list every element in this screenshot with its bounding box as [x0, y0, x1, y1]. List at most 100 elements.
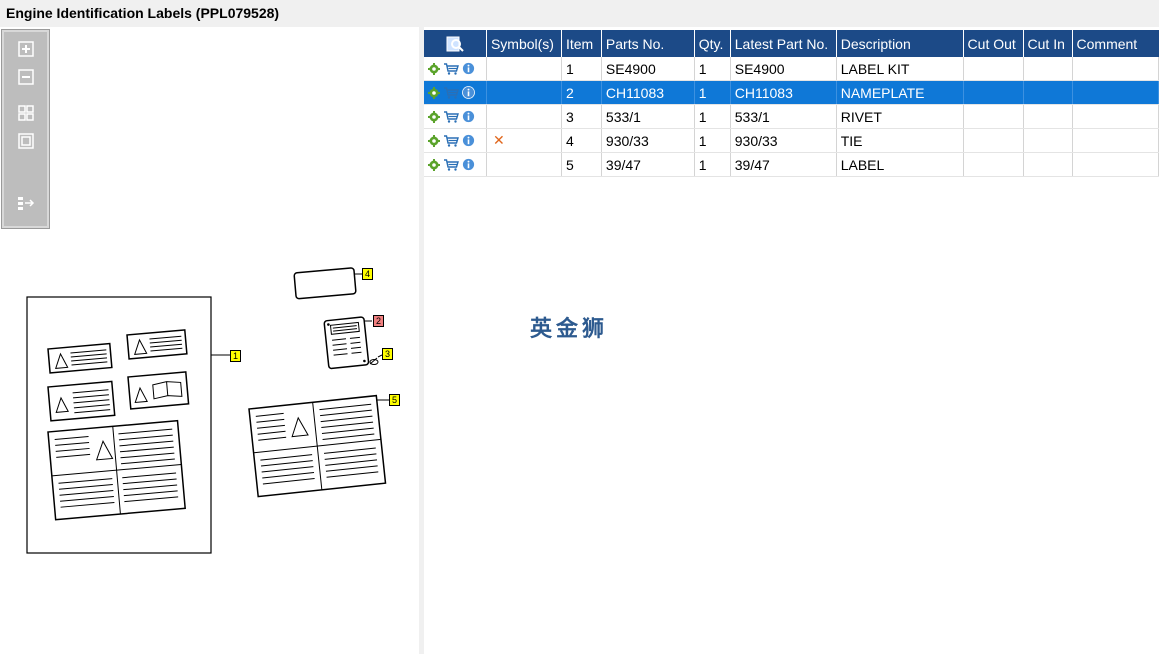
label-part: [248, 394, 387, 498]
parts-list-pane: Symbol(s) Item Parts No. Qty. Latest Par…: [424, 27, 1159, 654]
cut-out-cell: [963, 57, 1024, 81]
gear-icon[interactable]: [428, 158, 440, 171]
symbols-cell: [486, 80, 562, 105]
warning-label: [126, 329, 188, 360]
row-actions: [424, 104, 487, 129]
nameplate-part: [323, 316, 370, 370]
watermark: 英金狮: [530, 316, 609, 341]
info-icon[interactable]: [462, 86, 475, 99]
item-cell: 4: [561, 128, 602, 153]
parts-diagram: [26, 267, 390, 554]
item-cell: 3: [561, 104, 602, 129]
warning-label: [47, 342, 113, 374]
item-cell: 2: [561, 80, 602, 105]
cut-out-cell: [963, 80, 1024, 105]
cart-icon[interactable]: [443, 158, 459, 171]
gear-icon[interactable]: [428, 62, 440, 75]
table-row[interactable]: 5 39/47 1 39/47 LABEL: [424, 152, 1159, 177]
column-header-actions[interactable]: [424, 30, 487, 57]
qty-cell: 1: [694, 57, 731, 81]
cart-icon[interactable]: [443, 62, 459, 75]
column-header-cut-in[interactable]: Cut In: [1023, 30, 1073, 57]
title-bar: Engine Identification Labels (PPL079528): [0, 0, 1159, 27]
parts-no-cell: 533/1: [601, 104, 695, 129]
cart-icon[interactable]: [443, 134, 459, 147]
table-row[interactable]: ✕ 4 930/33 1 930/33 TIE: [424, 128, 1159, 153]
row-actions: [424, 57, 487, 81]
info-icon[interactable]: [462, 158, 475, 171]
rivet-part: [369, 357, 379, 365]
cut-in-cell: [1023, 152, 1073, 177]
info-icon[interactable]: [462, 110, 475, 123]
table-row[interactable]: 1 SE4900 1 SE4900 LABEL KIT: [424, 57, 1159, 81]
symbols-cell: [486, 57, 562, 81]
column-header-parts-no[interactable]: Parts No.: [601, 30, 695, 57]
parts-no-cell: SE4900: [601, 57, 695, 81]
comment-cell: [1072, 57, 1159, 81]
row-actions: [424, 152, 487, 177]
qty-cell: 1: [694, 152, 731, 177]
info-icon[interactable]: [462, 134, 475, 147]
table-row[interactable]: 3 533/1 1 533/1 RIVET: [424, 104, 1159, 129]
callout-3[interactable]: 3: [382, 348, 394, 360]
symbols-cell: ✕: [486, 128, 562, 153]
gear-icon[interactable]: [428, 134, 440, 147]
comment-cell: [1072, 104, 1159, 129]
diagram-pane[interactable]: 1 2 3 4 5: [0, 27, 419, 654]
column-header-symbols[interactable]: Symbol(s): [486, 30, 562, 57]
comment-cell: [1072, 80, 1159, 105]
info-icon[interactable]: [462, 62, 475, 75]
symbols-cell: [486, 104, 562, 129]
column-header-cut-out[interactable]: Cut Out: [963, 30, 1024, 57]
gear-icon[interactable]: [428, 86, 440, 99]
item-cell: 1: [561, 57, 602, 81]
column-header-latest-part-no[interactable]: Latest Part No.: [730, 30, 837, 57]
table-row[interactable]: 2 CH11083 1 CH11083 NAMEPLATE: [424, 80, 1159, 105]
gear-icon[interactable]: [428, 110, 440, 123]
info-label: [47, 419, 186, 521]
warning-label: [47, 380, 116, 422]
row-actions: [424, 80, 487, 105]
callout-5[interactable]: 5: [389, 394, 401, 406]
tie-part: [293, 267, 357, 300]
callout-4[interactable]: 4: [362, 268, 374, 280]
cut-in-cell: [1023, 80, 1073, 105]
callout-1[interactable]: 1: [230, 350, 242, 362]
latest-part-no-cell: CH11083: [730, 80, 837, 105]
parts-no-cell: 39/47: [601, 152, 695, 177]
qty-cell: 1: [694, 128, 731, 153]
column-header-item[interactable]: Item: [561, 30, 602, 57]
qty-cell: 1: [694, 80, 731, 105]
row-actions: [424, 128, 487, 153]
parts-no-cell: CH11083: [601, 80, 695, 105]
description-cell: TIE: [836, 128, 964, 153]
description-cell: NAMEPLATE: [836, 80, 964, 105]
description-cell: RIVET: [836, 104, 964, 129]
cut-out-cell: [963, 104, 1024, 129]
search-parts-icon: [446, 36, 464, 52]
callout-2[interactable]: 2: [373, 315, 385, 327]
parts-table: Symbol(s) Item Parts No. Qty. Latest Par…: [424, 30, 1159, 177]
comment-cell: [1072, 128, 1159, 153]
latest-part-no-cell: 39/47: [730, 152, 837, 177]
column-header-comment[interactable]: Comment: [1072, 30, 1159, 57]
cut-out-cell: [963, 128, 1024, 153]
comment-cell: [1072, 152, 1159, 177]
column-header-qty[interactable]: Qty.: [694, 30, 731, 57]
latest-part-no-cell: 930/33: [730, 128, 837, 153]
symbols-cell: [486, 152, 562, 177]
cut-out-cell: [963, 152, 1024, 177]
description-cell: LABEL: [836, 152, 964, 177]
manual-label: [127, 371, 190, 410]
window-title: Engine Identification Labels (PPL079528): [6, 5, 280, 21]
parts-no-cell: 930/33: [601, 128, 695, 153]
column-header-description[interactable]: Description: [836, 30, 964, 57]
cut-in-cell: [1023, 104, 1073, 129]
cart-icon[interactable]: [443, 86, 459, 99]
cart-icon[interactable]: [443, 110, 459, 123]
latest-part-no-cell: SE4900: [730, 57, 837, 81]
item-cell: 5: [561, 152, 602, 177]
description-cell: LABEL KIT: [836, 57, 964, 81]
qty-cell: 1: [694, 104, 731, 129]
table-header-row: Symbol(s) Item Parts No. Qty. Latest Par…: [424, 30, 1159, 57]
